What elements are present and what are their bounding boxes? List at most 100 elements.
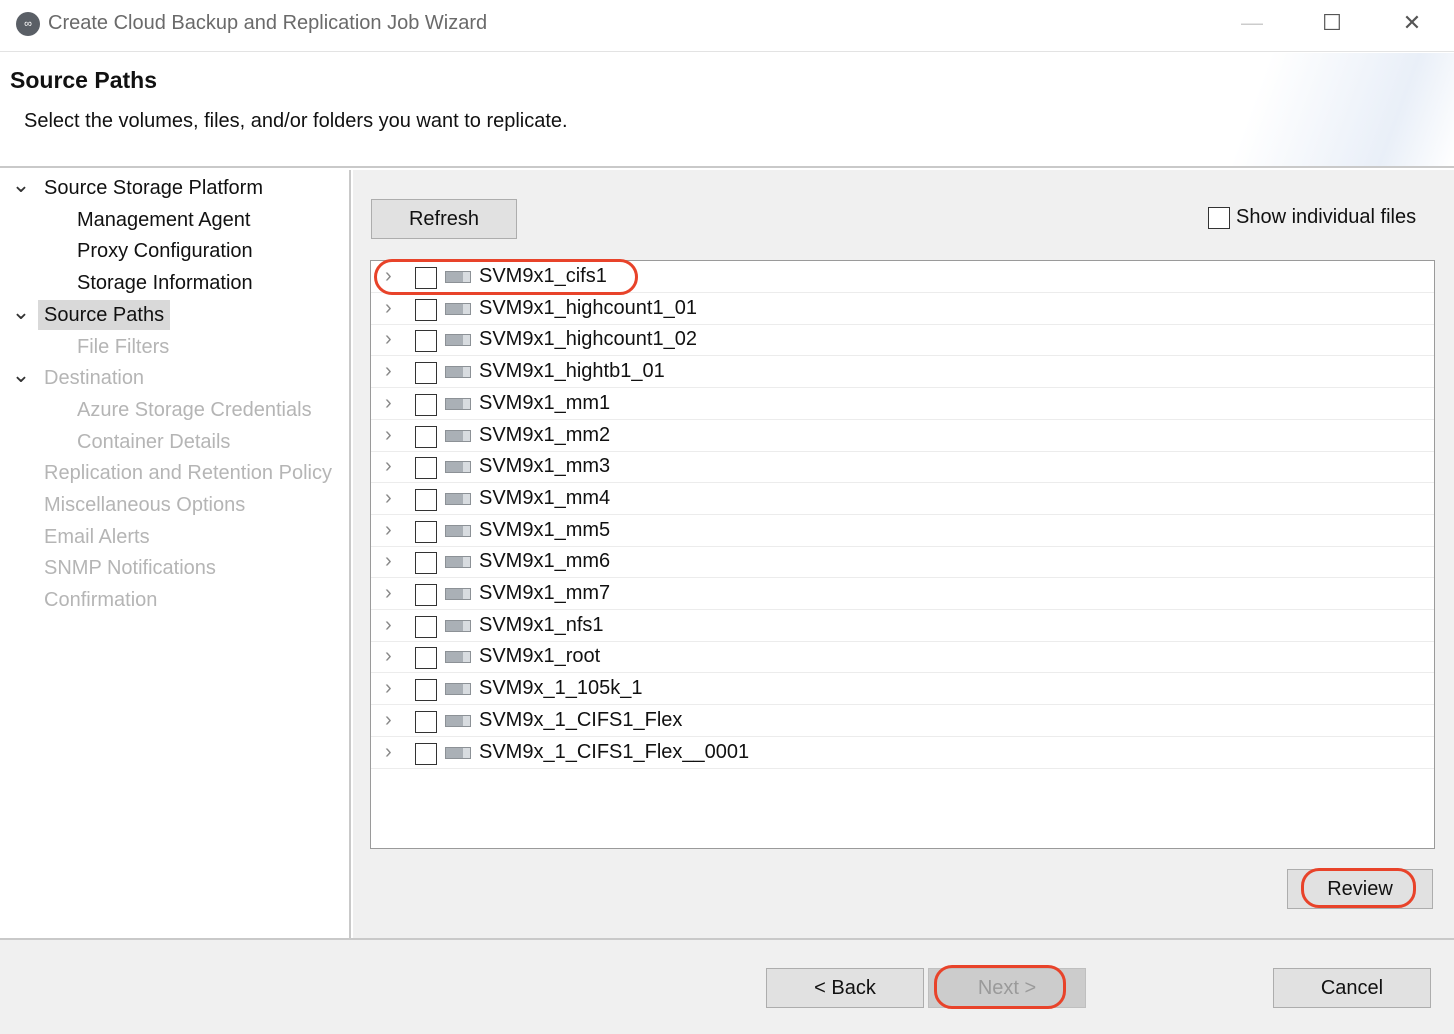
volume-row[interactable]: › SVM9x_1_CIFS1_Flex__0001 [371,737,1434,769]
volume-row[interactable]: › SVM9x1_mm6 [371,546,1434,579]
volume-checkbox[interactable] [415,742,437,765]
expand-chevron-icon[interactable]: › [385,614,392,637]
volume-icon [445,461,471,474]
volume-icon [445,397,471,410]
volume-checkbox[interactable] [415,584,437,606]
volume-icon [445,524,471,537]
volume-row[interactable]: › SVM9x1_hightb1_01 [371,356,1434,389]
volume-icon [445,619,471,632]
volume-checkbox[interactable] [415,362,437,385]
nav-step-container-details: Container Details [77,430,231,453]
volume-name: SVM9x1_mm5 [479,518,611,541]
volume-name: SVM9x1_nfs1 [479,613,604,636]
nav-step-storage-information[interactable]: Storage Information [71,268,259,298]
volume-icon [445,714,471,727]
volume-icon [445,302,471,315]
volume-checkbox[interactable] [415,425,437,448]
nav-step-azure-storage-credentials: Azure Storage Credentials [77,398,312,421]
volume-checkbox[interactable] [415,393,437,416]
volume-name: SVM9x1_mm4 [479,486,611,509]
volume-row[interactable]: › SVM9x_1_CIFS1_Flex [371,705,1434,737]
show-individual-files-checkbox[interactable] [1208,207,1230,229]
expand-chevron-icon[interactable]: › [385,645,392,668]
volume-icon [445,746,471,759]
volume-name: SVM9x1_mm1 [479,391,611,414]
volume-name: SVM9x1_mm2 [479,423,611,446]
annotation-highlight-first-volume [374,259,638,295]
nav-step-replication-and-retention-policy: Replication and Retention Policy [44,462,332,485]
back-button[interactable]: < Back [766,968,924,1008]
volume-row[interactable]: › SVM9x1_mm3 [371,451,1434,484]
volume-row[interactable]: › SVM9x1_root [371,641,1434,674]
volume-checkbox[interactable] [415,615,437,638]
volume-name: SVM9x1_hightb1_01 [479,360,665,383]
volume-tree[interactable]: › SVM9x1_cifs1 › SVM9x1_highcount1_01 › SVM9x… [370,260,1435,849]
nav-step-source-storage-platform[interactable]: Source Storage Platform [38,173,269,203]
volume-icon [445,651,471,664]
volume-checkbox[interactable] [415,647,437,670]
volume-row[interactable]: › SVM9x1_nfs1 [371,610,1434,642]
expand-chevron-icon[interactable]: › [385,582,392,605]
volume-checkbox[interactable] [415,330,437,353]
app-logo-icon: ∞ [16,12,40,36]
expand-chevron-icon[interactable]: › [385,487,392,510]
window-title: Create Cloud Backup and Replication Job … [48,12,488,34]
nav-step-source-paths[interactable]: Source Paths [38,299,171,330]
volume-name: SVM9x1_mm7 [479,582,611,604]
close-button[interactable]: ✕ [1392,8,1432,40]
volume-row[interactable]: › SVM9x_1_105k_1 [371,673,1434,706]
page-title: Source Paths [10,67,157,93]
expand-chevron-icon[interactable]: › [385,550,392,573]
expand-chevron-icon[interactable]: › [385,455,392,478]
volume-row[interactable]: › SVM9x1_mm5 [371,515,1434,547]
cancel-button[interactable]: Cancel [1273,968,1431,1008]
expand-chevron-icon[interactable]: › [385,328,392,351]
minimize-button[interactable]: — [1232,8,1272,40]
expand-chevron-icon[interactable]: › [385,392,392,415]
expand-caret-icon[interactable]: ⌄ [11,300,31,322]
volume-icon [445,429,471,442]
volume-icon [445,683,471,696]
page-subtitle: Select the volumes, files, and/or folder… [24,110,568,132]
expand-chevron-icon[interactable]: › [385,519,392,542]
volume-checkbox[interactable] [415,457,437,480]
expand-chevron-icon[interactable]: › [385,424,392,447]
volume-row[interactable]: › SVM9x1_mm1 [371,388,1434,420]
volume-checkbox[interactable] [415,488,437,511]
volume-checkbox[interactable] [415,679,437,702]
wizard-header: Source Paths Select the volumes, files, … [0,53,1454,168]
refresh-button[interactable]: Refresh [371,199,517,239]
volume-name: SVM9x1_root [479,645,601,668]
nav-step-snmp-notifications: SNMP Notifications [44,557,216,580]
volume-checkbox[interactable] [415,298,437,321]
annotation-highlight-next [934,965,1066,1009]
volume-icon [445,334,471,347]
expand-chevron-icon[interactable]: › [385,709,392,732]
nav-step-miscellaneous-options: Miscellaneous Options [44,494,246,516]
volume-row[interactable]: › SVM9x1_mm4 [371,483,1434,515]
volume-row[interactable]: › SVM9x1_mm2 [371,420,1434,452]
volume-checkbox[interactable] [415,520,437,543]
expand-chevron-icon[interactable]: › [385,297,392,320]
nav-step-file-filters: File Filters [77,335,170,358]
show-individual-files-label: Show individual files [1236,206,1417,228]
volume-row[interactable]: › SVM9x1_mm7 [371,578,1434,610]
nav-step-management-agent[interactable]: Management Agent [71,205,256,235]
volume-icon [445,492,471,505]
expand-chevron-icon[interactable]: › [385,741,392,764]
expand-caret-icon[interactable]: ⌄ [11,174,31,196]
expand-chevron-icon[interactable]: › [385,677,392,700]
volume-name: SVM9x1_highcount1_01 [479,296,697,319]
annotation-highlight-review [1301,868,1416,908]
expand-caret-icon[interactable]: ⌄ [11,364,31,386]
maximize-button[interactable]: ☐ [1312,8,1352,40]
nav-step-proxy-configuration[interactable]: Proxy Configuration [71,236,259,266]
volume-row[interactable]: › SVM9x1_highcount1_01 [371,293,1434,325]
volume-icon [445,588,471,600]
expand-chevron-icon[interactable]: › [385,360,392,383]
volume-checkbox[interactable] [415,552,437,575]
volume-checkbox[interactable] [415,710,437,733]
wizard-steps-nav: ⌄ Source Storage Platform Management Agent… [0,170,351,938]
volume-name: SVM9x1_highcount1_02 [479,328,697,351]
volume-row[interactable]: › SVM9x1_highcount1_02 [371,324,1434,357]
